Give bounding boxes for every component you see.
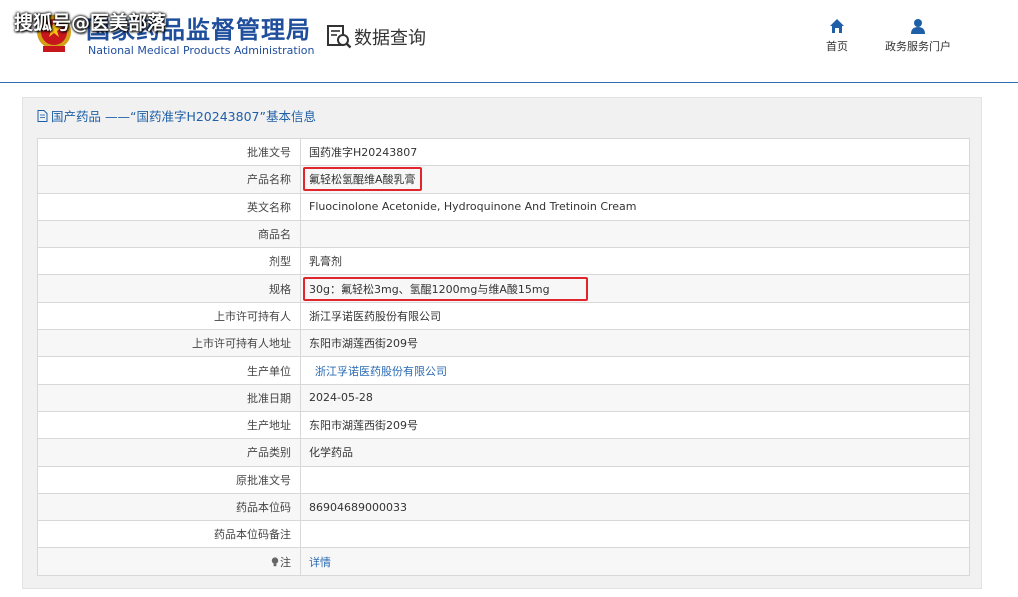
data-query-label: 数据查询 bbox=[354, 28, 426, 49]
nav-home-label: 首页 bbox=[826, 40, 848, 53]
drug-info-panel: 国产药品 ——“国药准字H20243807”基本信息 批准文号 国药准字H202… bbox=[22, 97, 982, 589]
table-row: 批准日期 2024-05-28 bbox=[37, 383, 970, 412]
nav-home[interactable]: 首页 bbox=[822, 18, 852, 54]
panel-title-text: 国产药品 ——“国药准字H20243807”基本信息 bbox=[51, 109, 316, 124]
field-value: 2024-05-28 bbox=[300, 383, 970, 412]
table-row: 生产单位 浙江孚诺医药股份有限公司 bbox=[37, 356, 970, 385]
home-icon bbox=[830, 19, 844, 33]
field-value-cell: 氟轻松氢醌维A酸乳膏 bbox=[300, 165, 970, 194]
field-value: 化学药品 bbox=[300, 438, 970, 467]
manufacturer-link[interactable]: 浙江孚诺医药股份有限公司 bbox=[309, 365, 447, 378]
table-row: 批准文号 国药准字H20243807 bbox=[37, 137, 970, 167]
field-value: 86904689000033 bbox=[300, 492, 970, 522]
field-label: 原批准文号 bbox=[37, 465, 301, 494]
field-label: 产品类别 bbox=[37, 438, 301, 467]
field-value: 浙江孚诺医药股份有限公司 bbox=[300, 301, 970, 331]
table-row: 剂型 乳膏剂 bbox=[37, 247, 970, 276]
field-label: 上市许可持有人 bbox=[37, 301, 301, 331]
field-label: 产品名称 bbox=[37, 165, 301, 194]
site-header: 国家药品监督管理局 National Medical Products Admi… bbox=[0, 0, 1018, 83]
field-label: 商品名 bbox=[37, 219, 301, 249]
field-label: 规格 bbox=[37, 274, 301, 303]
field-label: 批准日期 bbox=[37, 383, 301, 412]
table-row: 生产地址 东阳市湖莲西街209号 bbox=[37, 410, 970, 440]
field-label: 上市许可持有人地址 bbox=[37, 329, 301, 358]
field-value bbox=[300, 520, 970, 549]
user-icon bbox=[911, 19, 925, 34]
field-value bbox=[300, 219, 970, 249]
document-search-icon bbox=[327, 25, 352, 49]
field-label: 药品本位码备注 bbox=[37, 520, 301, 549]
field-label: 剂型 bbox=[37, 247, 301, 276]
field-value: 东阳市湖莲西街209号 bbox=[300, 410, 970, 440]
table-row: 产品名称 氟轻松氢醌维A酸乳膏 bbox=[37, 165, 970, 194]
table-row: 商品名 bbox=[37, 219, 970, 249]
highlighted-specification: 30g：氟轻松3mg、氢醌1200mg与维A酸15mg bbox=[303, 276, 588, 301]
field-value: 东阳市湖莲西街209号 bbox=[300, 329, 970, 358]
field-label: 生产单位 bbox=[37, 356, 301, 385]
table-row: 规格 30g：氟轻松3mg、氢醌1200mg与维A酸15mg bbox=[37, 274, 970, 303]
table-row: 英文名称 Fluocinolone Acetonide, Hydroquinon… bbox=[37, 192, 970, 221]
field-label: 药品本位码 bbox=[37, 492, 301, 522]
table-row: 上市许可持有人地址 东阳市湖莲西街209号 bbox=[37, 329, 970, 358]
nav-portal-label: 政务服务门户 bbox=[885, 40, 951, 53]
note-label: 注 bbox=[280, 555, 291, 569]
agency-name-en: National Medical Products Administration bbox=[88, 44, 315, 57]
panel-title: 国产药品 ——“国药准字H20243807”基本信息 bbox=[37, 106, 316, 125]
field-value-cell: 详情 bbox=[300, 547, 970, 576]
data-query-link[interactable]: 数据查询 bbox=[326, 22, 426, 52]
details-link[interactable]: 详情 bbox=[309, 556, 331, 569]
highlighted-product-name: 氟轻松氢醌维A酸乳膏 bbox=[303, 167, 422, 192]
document-icon bbox=[37, 109, 48, 122]
nav-service-portal[interactable]: 政务服务门户 bbox=[878, 18, 958, 54]
field-label: 批准文号 bbox=[37, 137, 301, 167]
field-value: Fluocinolone Acetonide, Hydroquinone And… bbox=[300, 192, 970, 221]
table-row: 药品本位码 86904689000033 bbox=[37, 492, 970, 522]
table-row: 药品本位码备注 bbox=[37, 520, 970, 549]
drug-info-table: 批准文号 国药准字H20243807 产品名称 氟轻松氢醌维A酸乳膏 英文名称 … bbox=[37, 137, 970, 576]
table-row: 产品类别 化学药品 bbox=[37, 438, 970, 467]
table-row: 注 详情 bbox=[37, 547, 970, 576]
table-row: 原批准文号 bbox=[37, 465, 970, 494]
table-row: 上市许可持有人 浙江孚诺医药股份有限公司 bbox=[37, 301, 970, 331]
field-value-cell: 30g：氟轻松3mg、氢醌1200mg与维A酸15mg bbox=[300, 274, 970, 303]
field-label-cell: 注 bbox=[37, 547, 301, 576]
field-value: 国药准字H20243807 bbox=[300, 137, 970, 167]
watermark: 搜狐号@医美部落 bbox=[14, 12, 167, 34]
field-label: 生产地址 bbox=[37, 410, 301, 440]
lightbulb-icon bbox=[271, 556, 279, 566]
field-value-cell: 浙江孚诺医药股份有限公司 bbox=[300, 356, 970, 385]
field-value: 乳膏剂 bbox=[300, 247, 970, 276]
field-label: 英文名称 bbox=[37, 192, 301, 221]
field-value bbox=[300, 465, 970, 494]
